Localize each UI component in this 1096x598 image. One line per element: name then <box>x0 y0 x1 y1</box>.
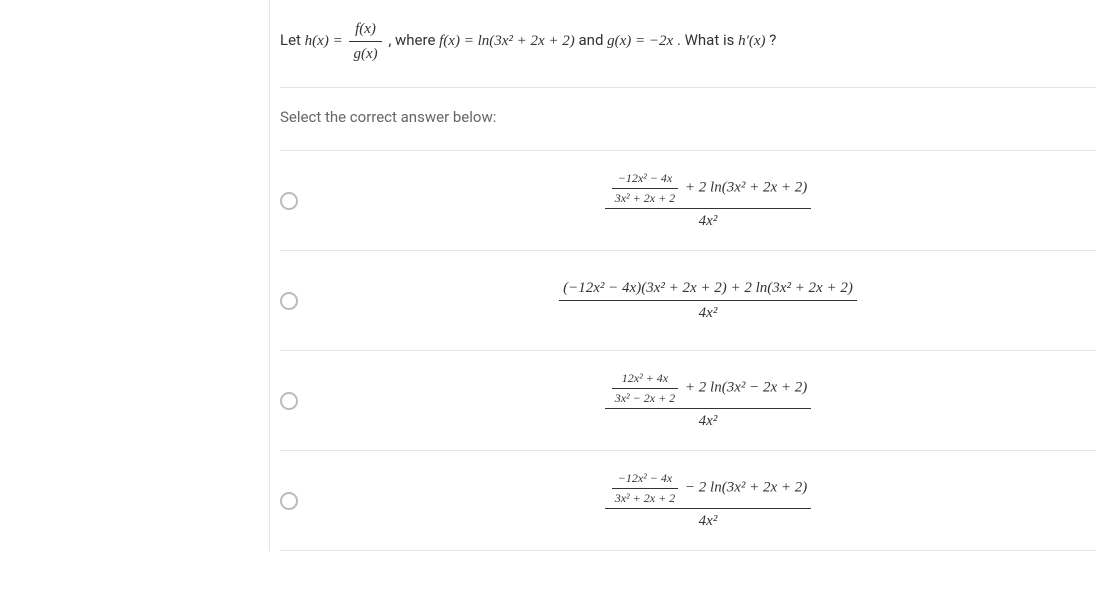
inner-den: 3x² + 2x + 2 <box>612 489 678 505</box>
g-def: g(x) = −2x <box>607 33 673 49</box>
h-of-x: h(x) = <box>305 33 347 49</box>
h-prime: h′(x) <box>738 33 765 49</box>
inner-den: 3x² − 2x + 2 <box>612 389 678 405</box>
radio-icon <box>280 292 298 310</box>
outer-den: 4x² <box>559 301 857 322</box>
answer-option-2[interactable]: 12x² + 4x 3x² − 2x + 2 + 2 ln(3x² − 2x +… <box>280 351 1096 451</box>
frac-num: f(x) <box>349 20 381 42</box>
inner-num: 12x² + 4x <box>612 371 678 388</box>
option-formula: −12x² − 4x 3x² + 2x + 2 − 2 ln(3x² + 2x … <box>602 471 815 530</box>
option-formula: −12x² − 4x 3x² + 2x + 2 + 2 ln(3x² + 2x … <box>602 171 815 230</box>
instruction-text: Select the correct answer below: <box>280 88 1096 151</box>
frac-den: g(x) <box>349 42 381 63</box>
left-gutter <box>0 0 270 551</box>
answer-option-1[interactable]: (−12x² − 4x)(3x² + 2x + 2) + 2 ln(3x² + … <box>280 251 1096 351</box>
stem-text: , where <box>388 31 439 49</box>
num-rest: + 2 ln(3x² − 2x + 2) <box>685 379 807 395</box>
answer-option-0[interactable]: −12x² − 4x 3x² + 2x + 2 + 2 ln(3x² + 2x … <box>280 151 1096 251</box>
radio-icon <box>280 492 298 510</box>
instruction-label: Select the correct answer below: <box>280 108 496 126</box>
num-rest: − 2 ln(3x² + 2x + 2) <box>685 479 807 495</box>
inner-num: −12x² − 4x <box>612 171 678 188</box>
stem-text: . What is <box>677 31 738 49</box>
stem-text: Let <box>280 31 305 49</box>
num-rest: + 2 ln(3x² + 2x + 2) <box>685 179 807 195</box>
f-def: f(x) = ln(3x² + 2x + 2) <box>439 33 575 49</box>
option-formula: 12x² + 4x 3x² − 2x + 2 + 2 ln(3x² − 2x +… <box>602 371 815 430</box>
outer-den: 4x² <box>605 509 812 530</box>
question-stem: Let h(x) = f(x) g(x) , where f(x) = ln(3… <box>280 0 1096 88</box>
radio-icon <box>280 392 298 410</box>
stem-text: and <box>579 31 608 49</box>
inner-den: 3x² + 2x + 2 <box>612 189 678 205</box>
radio-icon <box>280 192 298 210</box>
stem-text: ? <box>769 31 776 49</box>
inner-num: −12x² − 4x <box>612 471 678 488</box>
fraction-fg: f(x) g(x) <box>349 20 381 63</box>
outer-den: 4x² <box>605 209 812 230</box>
option-formula: (−12x² − 4x)(3x² + 2x + 2) + 2 ln(3x² + … <box>556 279 860 322</box>
answer-option-3[interactable]: −12x² − 4x 3x² + 2x + 2 − 2 ln(3x² + 2x … <box>280 451 1096 551</box>
outer-den: 4x² <box>605 409 812 430</box>
num-full: (−12x² − 4x)(3x² + 2x + 2) + 2 ln(3x² + … <box>559 279 857 301</box>
